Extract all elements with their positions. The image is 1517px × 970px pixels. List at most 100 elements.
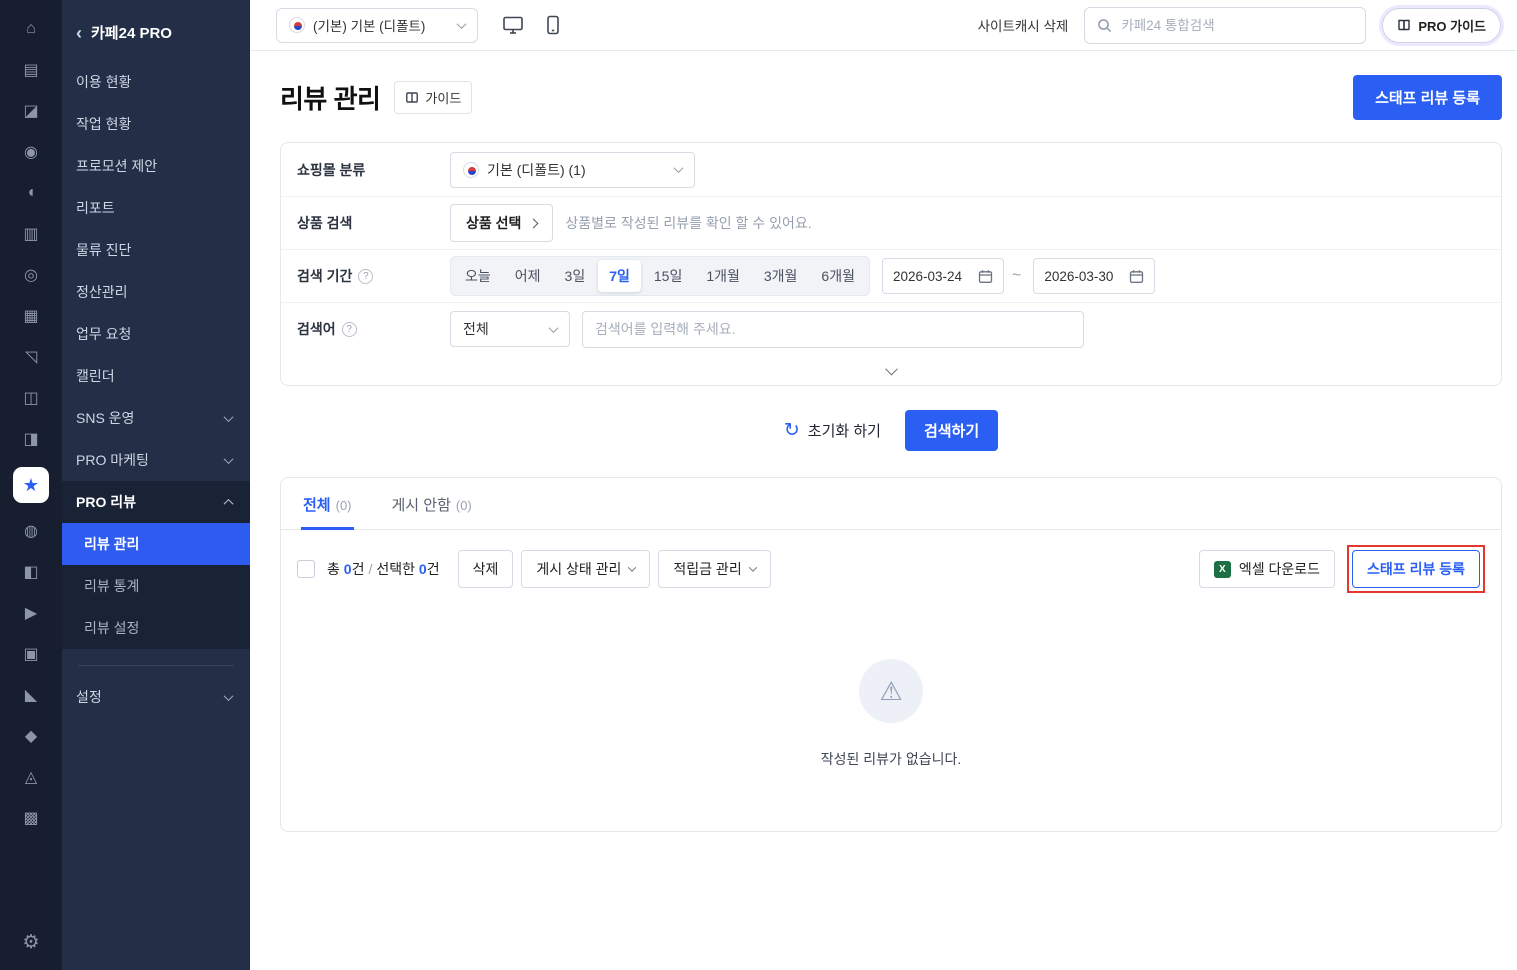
apparel-icon[interactable]: ◪ [16,98,46,124]
period-option-5[interactable]: 1개월 [695,260,751,292]
sidebar-subitem-0[interactable]: 리뷰 관리 [62,523,250,565]
sidebar-item-6[interactable]: 업무 요청 [62,313,250,355]
sidebar-item-10[interactable]: PRO 리뷰 [62,481,250,523]
reset-label: 초기화 하기 [808,420,881,441]
tab-0[interactable]: 전체(0) [301,478,354,529]
keyword-input[interactable] [582,311,1084,348]
sidebar-item-1[interactable]: 작업 현황 [62,103,250,145]
info-icon[interactable]: ? [358,269,373,284]
shop-selector-dropdown[interactable]: (기본) 기본 (디폴트) [276,8,478,43]
pro-guide-button[interactable]: PRO 가이드 [1382,8,1501,43]
wheel-icon[interactable]: ◎ [16,262,46,288]
home-icon[interactable]: ⌂ [16,16,46,42]
user-icon[interactable]: ◉ [16,139,46,165]
sidebar-subitem-1[interactable]: 리뷰 통계 [62,565,250,607]
sidebar-item-label: 프로모션 제안 [76,156,157,176]
date-from-input[interactable]: 2026-03-24 [882,258,1004,294]
chevron-down-icon [549,323,559,333]
excel-download-button[interactable]: X 엑셀 다운로드 [1199,550,1335,588]
product-select-button[interactable]: 상품 선택 [450,204,553,242]
chevron-down-icon [628,563,636,571]
points-manage-label: 적립금 관리 [673,559,741,579]
period-segmented-control: 오늘어제3일7일15일1개월3개월6개월 [450,256,870,296]
selected-count: 0 [419,561,427,577]
chart-line-icon[interactable]: ◹ [16,344,46,370]
staff-review-register-button[interactable]: 스태프 리뷰 등록 [1352,550,1480,588]
chat-icon[interactable]: ◖ [16,180,46,206]
gear-icon[interactable]: ⚙ [22,931,39,954]
sidebar-item-9[interactable]: PRO 마케팅 [62,439,250,481]
sidebar-item-8[interactable]: SNS 운영 [62,397,250,439]
shop-category-dropdown[interactable]: 기본 (디폴트) (1) [450,152,695,188]
sidebar-item-3[interactable]: 리포트 [62,187,250,229]
calendar-icon [978,269,993,284]
sidebar-item-5[interactable]: 정산관리 [62,271,250,313]
period-option-3[interactable]: 7일 [598,260,641,292]
page-header: 리뷰 관리 가이드 스태프 리뷰 등록 [280,51,1502,142]
period-option-7[interactable]: 6개월 [810,260,866,292]
delete-button[interactable]: 삭제 [458,550,514,588]
filter-row-period: 검색 기간 ? 오늘어제3일7일15일1개월3개월6개월 2026-03-24 … [281,249,1501,302]
date-to-input[interactable]: 2026-03-30 [1033,258,1155,294]
select-all-checkbox[interactable] [297,560,315,578]
share-icon[interactable]: ◬ [16,764,46,790]
publish-status-manage-button[interactable]: 게시 상태 관리 [521,550,650,588]
document-icon[interactable]: ▥ [16,221,46,247]
points-manage-button[interactable]: 적립금 관리 [658,550,770,588]
gift-icon[interactable]: ◆ [16,723,46,749]
period-option-0[interactable]: 오늘 [454,260,502,292]
refresh-icon: ↻ [784,421,800,440]
warning-icon: ⚠ [859,659,923,723]
box-icon[interactable]: ▣ [16,641,46,667]
sidebar-item-7[interactable]: 캘린더 [62,355,250,397]
monitor-icon[interactable] [502,15,524,35]
tab-count: (0) [456,498,472,513]
apps-icon[interactable]: ▩ [16,805,46,831]
cart-icon[interactable]: ▤ [16,57,46,83]
keyword-type-dropdown[interactable]: 전체 [450,311,570,347]
chevron-down-icon [224,691,234,701]
truck-icon[interactable]: ◧ [16,559,46,585]
period-option-2[interactable]: 3일 [554,260,597,292]
results-toolbar: 총 0건/선택한 0건 삭제 게시 상태 관리 적립금 관리 [281,530,1501,603]
global-search-input[interactable] [1121,18,1353,33]
guide-chip-button[interactable]: 가이드 [394,81,472,114]
period-option-6[interactable]: 3개월 [753,260,809,292]
image-icon[interactable]: ▦ [16,303,46,329]
megaphone-icon[interactable]: ◣ [16,682,46,708]
pro-review-badge-icon[interactable]: ★ [13,467,49,503]
sidebar-header[interactable]: ‹ 카페24 PRO [62,8,250,61]
icon-rail: ⌂ ▤ ◪ ◉ ◖ ▥ ◎ ▦ ◹ ◫ ◨ ★ ◍ ◧ ▶ ▣ ◣ ◆ ◬ ▩ ⚙ [0,0,62,970]
staff-review-register-button-top[interactable]: 스태프 리뷰 등록 [1353,75,1502,120]
filter-panel: 쇼핑몰 분류 기본 (디폴트) (1) 상품 검색 상품 선택 [280,142,1502,386]
presentation-icon[interactable]: ◫ [16,385,46,411]
results-panel: 전체(0) 게시 안함(0) 총 0건/선택한 0건 삭제 게시 상태 관리 적립… [280,477,1502,832]
chevron-right-icon [529,218,539,228]
video-icon[interactable]: ◨ [16,426,46,452]
sidebar-item-label: PRO 리뷰 [76,492,136,512]
globe-icon[interactable]: ◍ [16,518,46,544]
tab-1[interactable]: 게시 안함(0) [390,478,474,529]
keyword-label-text: 검색어 [297,319,336,339]
sidebar-menu: 이용 현황작업 현황프로모션 제안리포트물류 진단정산관리업무 요청캘린더SNS… [62,61,250,649]
sidebar-item-2[interactable]: 프로모션 제안 [62,145,250,187]
sidebar-subitem-2[interactable]: 리뷰 설정 [62,607,250,649]
info-icon[interactable]: ? [342,322,357,337]
filter-expand-toggle[interactable] [281,355,1501,385]
sidebar-item-settings[interactable]: 설정 [62,676,250,718]
pro-guide-label: PRO 가이드 [1418,16,1486,35]
keyword-type-value: 전체 [463,319,489,339]
play-icon[interactable]: ▶ [16,600,46,626]
excel-download-label: 엑셀 다운로드 [1239,559,1320,579]
tab-count: (0) [336,498,352,513]
site-cache-delete-link[interactable]: 사이트캐시 삭제 [978,15,1069,35]
period-option-1[interactable]: 어제 [504,260,552,292]
filter-row-product: 상품 검색 상품 선택 상품별로 작성된 리뷰를 확인 할 수 있어요. [281,196,1501,249]
period-option-4[interactable]: 15일 [643,260,693,292]
reset-button[interactable]: ↻ 초기화 하기 [784,420,881,441]
mobile-icon[interactable] [546,15,560,35]
search-button[interactable]: 검색하기 [905,410,998,451]
sidebar-item-4[interactable]: 물류 진단 [62,229,250,271]
topbar-right: 사이트캐시 삭제 PRO 가이드 [978,7,1501,44]
sidebar-item-0[interactable]: 이용 현황 [62,61,250,103]
